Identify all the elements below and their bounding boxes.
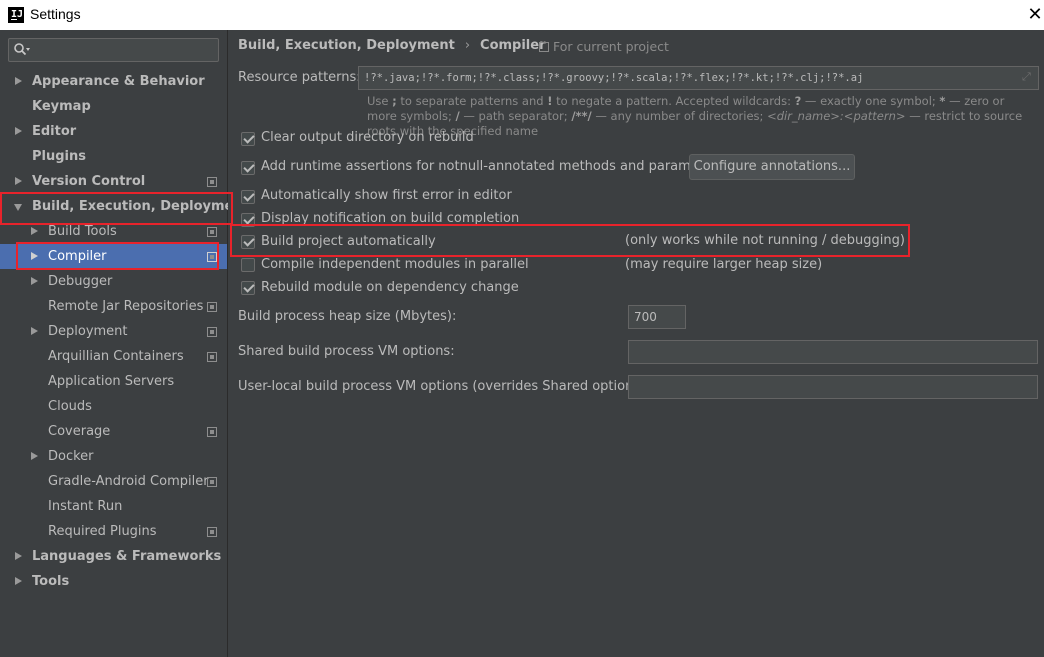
heap-size-input[interactable]: 700	[628, 305, 686, 329]
sidebar-item-label: Editor	[32, 124, 77, 139]
for-current-project-note: For current project	[539, 39, 669, 54]
compile-parallel-note: (may require larger heap size)	[625, 257, 823, 272]
shared-vm-options-label: Shared build process VM options:	[238, 344, 455, 359]
sidebar-item-debugger[interactable]: Debugger	[0, 269, 228, 294]
sidebar-item-appearance[interactable]: Appearance & Behavior	[0, 69, 228, 94]
expand-arrow-icon	[15, 577, 22, 585]
breadcrumb-current: Compiler	[480, 38, 546, 53]
configure-annotations-button[interactable]: Configure annotations...	[689, 154, 855, 180]
sidebar-item-deployment[interactable]: Deployment	[0, 319, 228, 344]
highlight-box-build-execution	[0, 192, 233, 225]
sidebar-item-label: Deployment	[48, 324, 128, 339]
rebuild-module-label: Rebuild module on dependency change	[261, 280, 519, 295]
resource-patterns-input[interactable]: !?*.java;!?*.form;!?*.class;!?*.groovy;!…	[358, 66, 1039, 90]
expand-arrow-icon	[31, 277, 38, 285]
sidebar-item-label: Keymap	[32, 99, 91, 114]
sidebar-item-label: Docker	[48, 449, 94, 464]
sidebar-item-keymap[interactable]: Keymap	[0, 94, 228, 119]
sidebar-item-clouds[interactable]: Clouds	[0, 394, 228, 419]
expand-arrow-icon	[31, 227, 38, 235]
project-scope-icon	[207, 302, 217, 312]
search-input[interactable]	[8, 38, 219, 62]
sidebar-item-application-servers[interactable]: Application Servers	[0, 369, 228, 394]
sidebar-item-label: Application Servers	[48, 374, 175, 389]
resource-patterns-value: !?*.java;!?*.form;!?*.class;!?*.groovy;!…	[364, 72, 864, 84]
sidebar-item-label: Required Plugins	[48, 524, 157, 539]
resource-patterns-label: Resource patterns:	[238, 70, 361, 85]
sidebar-item-label: Appearance & Behavior	[32, 74, 205, 89]
breadcrumb-separator-icon: ›	[464, 38, 471, 53]
project-scope-icon	[207, 477, 217, 487]
settings-sidebar: Appearance & Behavior Keymap Editor Plug…	[0, 30, 249, 657]
expand-arrow-icon	[31, 327, 38, 335]
sidebar-item-languages-frameworks[interactable]: Languages & Frameworks	[0, 544, 228, 569]
sidebar-item-gradle-android-compiler[interactable]: Gradle-Android Compiler	[0, 469, 228, 494]
sidebar-item-label: Remote Jar Repositories	[48, 299, 204, 314]
sidebar-item-instant-run[interactable]: Instant Run	[0, 494, 228, 519]
highlight-box-build-automatically	[230, 224, 910, 257]
sidebar-item-arquillian-containers[interactable]: Arquillian Containers	[0, 344, 228, 369]
sidebar-item-required-plugins[interactable]: Required Plugins	[0, 519, 228, 544]
runtime-assertions-checkbox[interactable]	[241, 161, 255, 175]
sidebar-item-label: Gradle-Android Compiler	[48, 474, 209, 489]
project-scope-icon	[207, 177, 217, 187]
expand-field-icon[interactable]: ⤢	[1022, 71, 1034, 83]
clear-output-checkbox[interactable]	[241, 132, 255, 146]
user-vm-options-label: User-local build process VM options (ove…	[238, 379, 650, 394]
sidebar-item-label: Debugger	[48, 274, 113, 289]
rebuild-module-checkbox[interactable]	[241, 281, 255, 295]
sidebar-item-version-control[interactable]: Version Control	[0, 169, 228, 194]
sidebar-item-label: Plugins	[32, 149, 86, 164]
project-scope-icon	[207, 527, 217, 537]
project-scope-icon	[539, 42, 549, 52]
highlight-box-compiler	[16, 242, 219, 270]
sidebar-item-remote-jar-repositories[interactable]: Remote Jar Repositories	[0, 294, 228, 319]
heap-size-label: Build process heap size (Mbytes):	[238, 309, 457, 324]
breadcrumb: Build, Execution, Deployment › Compiler	[238, 38, 546, 53]
intellij-app-icon: IJ	[8, 7, 24, 23]
breadcrumb-parent: Build, Execution, Deployment	[238, 38, 455, 53]
shared-vm-options-input[interactable]	[628, 340, 1038, 364]
sidebar-item-label: Instant Run	[48, 499, 123, 514]
runtime-assertions-label: Add runtime assertions for notnull-annot…	[261, 159, 725, 174]
sidebar-item-label: Clouds	[48, 399, 92, 414]
show-first-error-label: Automatically show first error in editor	[261, 188, 512, 203]
sidebar-item-tools[interactable]: Tools	[0, 569, 228, 594]
project-scope-icon	[207, 352, 217, 362]
user-vm-options-input[interactable]	[628, 375, 1038, 399]
project-scope-icon	[207, 227, 217, 237]
compiler-settings-panel: Build, Execution, Deployment › Compiler Fo…	[228, 30, 1044, 657]
expand-arrow-icon	[15, 177, 22, 185]
sidebar-item-docker[interactable]: Docker	[0, 444, 228, 469]
app-icon-text: IJ	[11, 9, 24, 20]
sidebar-item-label: Arquillian Containers	[48, 349, 184, 364]
sidebar-item-label: Version Control	[32, 174, 146, 189]
expand-arrow-icon	[15, 77, 22, 85]
clear-output-label: Clear output directory on rebuild	[261, 130, 474, 145]
expand-arrow-icon	[31, 452, 38, 460]
sidebar-item-plugins[interactable]: Plugins	[0, 144, 228, 169]
project-scope-icon	[207, 427, 217, 437]
expand-arrow-icon	[15, 552, 22, 560]
sidebar-item-editor[interactable]: Editor	[0, 119, 228, 144]
close-button[interactable]: ✕	[1026, 4, 1044, 26]
for-project-label: For current project	[553, 39, 669, 54]
show-first-error-checkbox[interactable]	[241, 190, 255, 204]
project-scope-icon	[207, 327, 217, 337]
sidebar-item-label: Tools	[32, 574, 70, 589]
sidebar-item-coverage[interactable]: Coverage	[0, 419, 228, 444]
expand-arrow-icon	[15, 127, 22, 135]
search-icon	[13, 42, 30, 58]
window-title: Settings	[30, 6, 81, 22]
sidebar-item-label: Coverage	[48, 424, 111, 439]
title-bar: IJ Settings ✕	[0, 0, 1044, 30]
sidebar-item-label: Languages & Frameworks	[32, 549, 222, 564]
compile-parallel-checkbox[interactable]	[241, 258, 255, 272]
compile-parallel-label: Compile independent modules in parallel	[261, 257, 529, 272]
